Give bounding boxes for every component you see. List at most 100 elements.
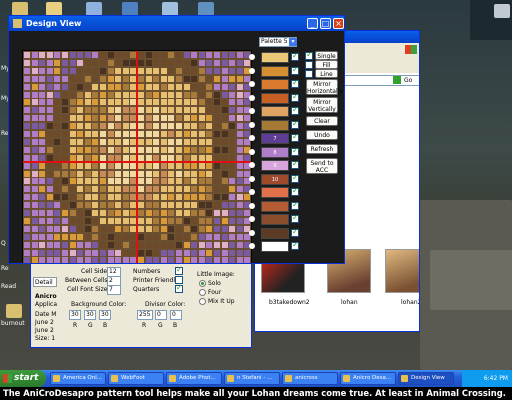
pattern-cell[interactable] [39, 146, 46, 153]
pattern-cell[interactable] [198, 162, 205, 169]
pattern-cell[interactable] [168, 186, 175, 193]
pattern-cell[interactable] [221, 210, 228, 216]
pattern-cell[interactable] [153, 162, 160, 169]
pattern-cell[interactable] [198, 59, 205, 66]
pattern-cell[interactable] [214, 225, 220, 232]
pattern-cell[interactable] [24, 170, 30, 177]
pattern-cell[interactable] [24, 91, 30, 98]
pattern-cell[interactable] [183, 217, 190, 224]
pattern-cell[interactable] [122, 162, 129, 169]
pattern-cell[interactable] [221, 107, 228, 114]
pattern-cell[interactable] [115, 217, 122, 224]
pattern-cell[interactable] [138, 225, 144, 232]
pattern-cell[interactable] [198, 146, 205, 153]
pattern-cell[interactable] [31, 186, 38, 193]
pattern-cell[interactable] [229, 162, 236, 169]
pattern-cell[interactable] [221, 83, 228, 90]
pattern-cell[interactable] [183, 91, 190, 98]
swatch-radio[interactable] [249, 216, 255, 222]
pattern-cell[interactable] [69, 194, 76, 201]
pattern-cell[interactable] [107, 170, 114, 177]
swatch-checkbox[interactable] [291, 213, 299, 223]
pattern-cell[interactable] [84, 138, 91, 145]
pattern-cell[interactable] [54, 186, 61, 193]
pattern-cell[interactable] [176, 217, 182, 224]
pattern-cell[interactable] [153, 75, 160, 82]
pattern-cell[interactable] [39, 170, 46, 177]
pattern-cell[interactable] [145, 115, 152, 122]
pattern-cell[interactable] [160, 249, 167, 256]
pattern-cell[interactable] [24, 59, 30, 66]
pattern-cell[interactable] [183, 67, 190, 74]
pattern-cell[interactable] [176, 202, 182, 209]
pattern-cell[interactable] [236, 217, 243, 224]
pattern-cell[interactable] [168, 210, 175, 216]
pattern-cell[interactable] [31, 194, 38, 201]
swatch-radio[interactable] [249, 135, 255, 141]
pattern-cell[interactable] [145, 210, 152, 216]
refresh-button[interactable]: Refresh [306, 144, 338, 154]
pattern-cell[interactable] [145, 154, 152, 161]
pattern-cell[interactable] [176, 249, 182, 256]
pattern-cell[interactable] [24, 83, 30, 90]
pattern-cell[interactable] [221, 99, 228, 106]
pattern-cell[interactable] [236, 52, 243, 58]
pattern-cell[interactable] [236, 123, 243, 130]
pattern-cell[interactable] [84, 131, 91, 137]
pattern-cell[interactable] [69, 99, 76, 106]
pattern-cell[interactable] [145, 146, 152, 153]
pattern-cell[interactable] [62, 67, 68, 74]
pattern-cell[interactable] [198, 210, 205, 216]
palette-swatch[interactable] [261, 65, 289, 77]
pattern-cell[interactable] [54, 170, 61, 177]
pattern-cell[interactable] [153, 52, 160, 58]
pattern-cell[interactable] [92, 154, 99, 161]
pattern-cell[interactable] [244, 194, 251, 201]
pattern-cell[interactable] [138, 131, 144, 137]
pattern-cell[interactable] [107, 115, 114, 122]
pattern-cell[interactable] [236, 59, 243, 66]
swatch-checkbox[interactable] [291, 132, 299, 142]
pattern-cell[interactable] [168, 154, 175, 161]
pattern-cell[interactable] [62, 162, 68, 169]
pattern-cell[interactable] [183, 249, 190, 256]
pattern-cell[interactable] [145, 91, 152, 98]
pattern-cell[interactable] [145, 170, 152, 177]
desktop-label[interactable]: burnout [1, 320, 25, 327]
pattern-cell[interactable] [92, 178, 99, 185]
pattern-cell[interactable] [39, 241, 46, 248]
pattern-cell[interactable] [69, 138, 76, 145]
pattern-cell[interactable] [77, 194, 84, 201]
pattern-cell[interactable] [24, 249, 30, 256]
pattern-cell[interactable] [153, 233, 160, 240]
pattern-cell[interactable] [153, 99, 160, 106]
fill-button[interactable]: Fill [315, 60, 338, 69]
go-button[interactable]: Go [404, 77, 412, 84]
pattern-cell[interactable] [168, 91, 175, 98]
pattern-cell[interactable] [31, 107, 38, 114]
pattern-cell[interactable] [31, 131, 38, 137]
pattern-cell[interactable] [221, 194, 228, 201]
pattern-cell[interactable] [84, 241, 91, 248]
pattern-cell[interactable] [31, 162, 38, 169]
pattern-cell[interactable] [214, 194, 220, 201]
pattern-cell[interactable] [191, 178, 198, 185]
pattern-cell[interactable] [236, 241, 243, 248]
pattern-cell[interactable] [198, 178, 205, 185]
pattern-cell[interactable] [168, 194, 175, 201]
pattern-cell[interactable] [198, 83, 205, 90]
pattern-cell[interactable] [54, 217, 61, 224]
maximize-button[interactable]: □ [320, 18, 331, 29]
pattern-cell[interactable] [206, 217, 213, 224]
pattern-cell[interactable] [77, 123, 84, 130]
pattern-cell[interactable] [46, 210, 53, 216]
pattern-cell[interactable] [206, 210, 213, 216]
pattern-cell[interactable] [160, 107, 167, 114]
swatch-checkbox[interactable] [291, 227, 299, 237]
swatch-checkbox[interactable] [291, 240, 299, 250]
pattern-cell[interactable] [84, 115, 91, 122]
pattern-cell[interactable] [122, 194, 129, 201]
pattern-cell[interactable] [198, 225, 205, 232]
pattern-cell[interactable] [69, 146, 76, 153]
taskbar-item[interactable]: WebFoot [108, 372, 164, 385]
